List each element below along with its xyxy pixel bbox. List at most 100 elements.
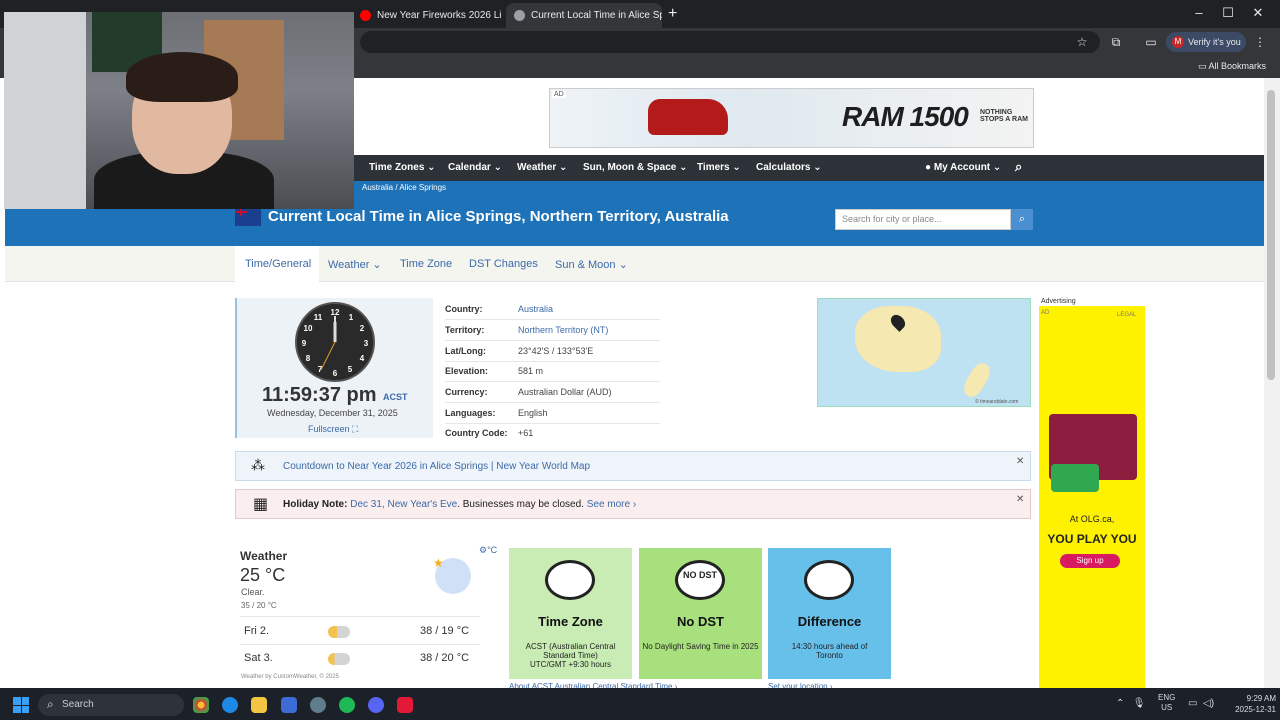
latlong-value: 23°42'S / 133°53'E xyxy=(518,346,594,356)
tab-sun-moon[interactable]: Sun & Moon ⌄ xyxy=(555,258,628,271)
youtube-favicon-icon xyxy=(360,10,371,21)
tab-timeanddate[interactable]: Current Local Time in Alice Spri ✕ xyxy=(506,3,662,28)
country-code-value: +61 xyxy=(518,428,534,438)
folder-icon: ▭ xyxy=(1198,61,1209,71)
holiday-link[interactable]: Dec 31, New Year's Eve xyxy=(350,499,457,510)
holiday-label: Holiday Note: xyxy=(283,499,348,510)
close-window-icon[interactable]: ✕ xyxy=(1243,5,1273,21)
windows-start-icon[interactable] xyxy=(13,697,29,713)
breadcrumb-australia[interactable]: Australia xyxy=(362,183,393,192)
sub-nav xyxy=(5,246,1264,282)
spotify-icon[interactable] xyxy=(339,697,355,713)
calculator-icon[interactable] xyxy=(281,697,297,713)
all-bookmarks-label: All Bookmarks xyxy=(1208,61,1267,71)
info-label: Territory: xyxy=(445,325,485,335)
globe-favicon-icon xyxy=(514,10,525,21)
truck-image xyxy=(648,99,728,135)
ad-tag: AD xyxy=(1041,310,1050,316)
no-dst-tile[interactable]: NO DST No DST No Daylight Saving Time in… xyxy=(639,548,762,679)
minimize-icon[interactable]: – xyxy=(1184,5,1214,20)
ad-headline: YOU PLAY YOU xyxy=(1047,532,1137,546)
australia-flag-icon xyxy=(235,208,261,226)
ad-signup-button[interactable]: Sign up xyxy=(1060,554,1120,568)
settings-icon[interactable] xyxy=(310,697,326,713)
file-explorer-icon[interactable] xyxy=(251,697,267,713)
partly-cloudy-icon xyxy=(328,653,350,665)
nav-weather[interactable]: Weather ⌄ xyxy=(517,162,567,173)
elevation-value: 581 m xyxy=(518,366,544,376)
map-copyright: © timeanddate.com xyxy=(975,399,1019,405)
all-bookmarks-button[interactable]: ▭ All Bookmarks xyxy=(1198,61,1266,72)
breadcrumb-alice-springs[interactable]: Alice Springs xyxy=(399,183,446,192)
divider xyxy=(445,340,660,341)
nav-sun-moon-space[interactable]: Sun, Moon & Space ⌄ xyxy=(583,162,688,173)
temp-unit-settings[interactable]: ⚙°C xyxy=(479,545,497,556)
new-tab-button[interactable]: + xyxy=(668,5,677,23)
nav-calculators[interactable]: Calculators ⌄ xyxy=(756,162,822,173)
maximize-icon[interactable]: ☐ xyxy=(1213,5,1243,21)
address-bar[interactable] xyxy=(360,31,1100,53)
tile-desc: ACST (Australian Central Standard Time) U… xyxy=(511,642,630,669)
ad-tagline: NOTHING STOPS A RAM xyxy=(980,109,1028,123)
windows-taskbar xyxy=(0,688,1280,720)
tab-weather[interactable]: Weather ⌄ xyxy=(328,258,382,271)
timezone-abbr[interactable]: ACST xyxy=(383,392,408,402)
city-search-button[interactable]: ⌕ xyxy=(1011,209,1033,230)
top-banner-ad[interactable]: AD RAM 1500 NOTHING STOPS A RAM xyxy=(549,88,1034,148)
breadcrumb: Australia / Alice Springs xyxy=(362,183,447,192)
fullscreen-link[interactable]: Fullscreen ⛶ xyxy=(308,424,358,435)
tab-fireworks[interactable]: New Year Fireworks 2026 Li ✕ xyxy=(352,3,502,28)
time-zone-tile[interactable]: Time Zone ACST (Australian Central Stand… xyxy=(509,548,632,679)
system-clock[interactable]: 9:29 AM 2025-12-31 xyxy=(1224,693,1276,715)
ad-legal: LEGAL xyxy=(1117,312,1137,318)
weather-credit[interactable]: Weather by CustomWeather, © 2025 xyxy=(241,674,339,680)
tab-time-zone[interactable]: Time Zone xyxy=(400,258,452,270)
tab-time-general[interactable]: Time/General xyxy=(245,258,311,270)
weather-condition: Clear. xyxy=(241,587,265,597)
close-icon[interactable]: ✕ xyxy=(1016,494,1024,505)
weather-heading: Weather xyxy=(240,549,288,563)
countdown-link[interactable]: Countdown to Near Year 2026 in Alice Spr… xyxy=(283,461,590,472)
globe-clock-icon xyxy=(545,560,595,600)
scrollbar-thumb[interactable] xyxy=(1267,90,1275,380)
microphone-icon[interactable]: 🎙 xyxy=(1133,698,1146,709)
taskbar-search[interactable]: Search xyxy=(38,694,184,716)
languages-value: English xyxy=(518,408,548,418)
city-search-input[interactable]: Search for city or place... xyxy=(835,209,1011,230)
chevron-up-icon[interactable]: ⌃ xyxy=(1116,698,1124,709)
forecast-day: Sat 3. xyxy=(244,652,273,664)
nav-time-zones[interactable]: Time Zones ⌄ xyxy=(369,162,436,173)
fireworks-icon: ⁂ xyxy=(251,457,265,473)
discord-icon[interactable] xyxy=(368,697,384,713)
tile-desc: 14:30 hours ahead of Toronto xyxy=(770,642,889,660)
tab-title: New Year Fireworks 2026 Li xyxy=(377,10,502,21)
side-ad[interactable]: AD LEGAL At OLG.ca, YOU PLAY YOU Sign up xyxy=(1039,306,1145,688)
system-tray[interactable]: ⌃ 🎙 xyxy=(1116,698,1145,709)
chrome-icon[interactable] xyxy=(193,697,209,713)
nav-timers[interactable]: Timers ⌄ xyxy=(697,162,741,173)
menu-icon[interactable]: ⋮ xyxy=(1251,35,1269,49)
verify-account-button[interactable]: M Verify it's you xyxy=(1166,32,1246,52)
edge-icon[interactable] xyxy=(222,697,238,713)
close-icon[interactable]: ✕ xyxy=(1016,456,1024,467)
forecast-temp: 38 / 20 °C xyxy=(420,652,470,664)
current-time: 11:59:37 pm xyxy=(262,384,377,406)
extensions-icon[interactable]: ⧉ xyxy=(1107,35,1125,50)
bookmark-star-icon[interactable]: ☆ xyxy=(1073,35,1091,49)
difference-tile[interactable]: Difference 14:30 hours ahead of Toronto xyxy=(768,548,891,679)
app-icon[interactable] xyxy=(397,697,413,713)
see-more-link[interactable]: See more › xyxy=(587,499,636,510)
network-icon[interactable]: ▭ xyxy=(1188,698,1197,709)
cast-icon[interactable]: ▭ xyxy=(1142,35,1160,49)
search-icon[interactable]: ⌕ xyxy=(1015,159,1022,175)
nav-my-account[interactable]: ● My Account ⌄ xyxy=(925,162,1001,173)
territory-value[interactable]: Northern Territory (NT) xyxy=(518,325,608,335)
volume-icon[interactable]: ◁) xyxy=(1203,698,1214,709)
info-label: Country Code: xyxy=(445,428,508,438)
country-value[interactable]: Australia xyxy=(518,304,553,314)
page-title: Current Local Time in Alice Springs, Nor… xyxy=(268,208,729,225)
tab-dst-changes[interactable]: DST Changes xyxy=(469,258,538,270)
account-icon: ● xyxy=(925,162,934,173)
nav-calendar[interactable]: Calendar ⌄ xyxy=(448,162,502,173)
language-indicator[interactable]: ENG US xyxy=(1158,693,1175,713)
